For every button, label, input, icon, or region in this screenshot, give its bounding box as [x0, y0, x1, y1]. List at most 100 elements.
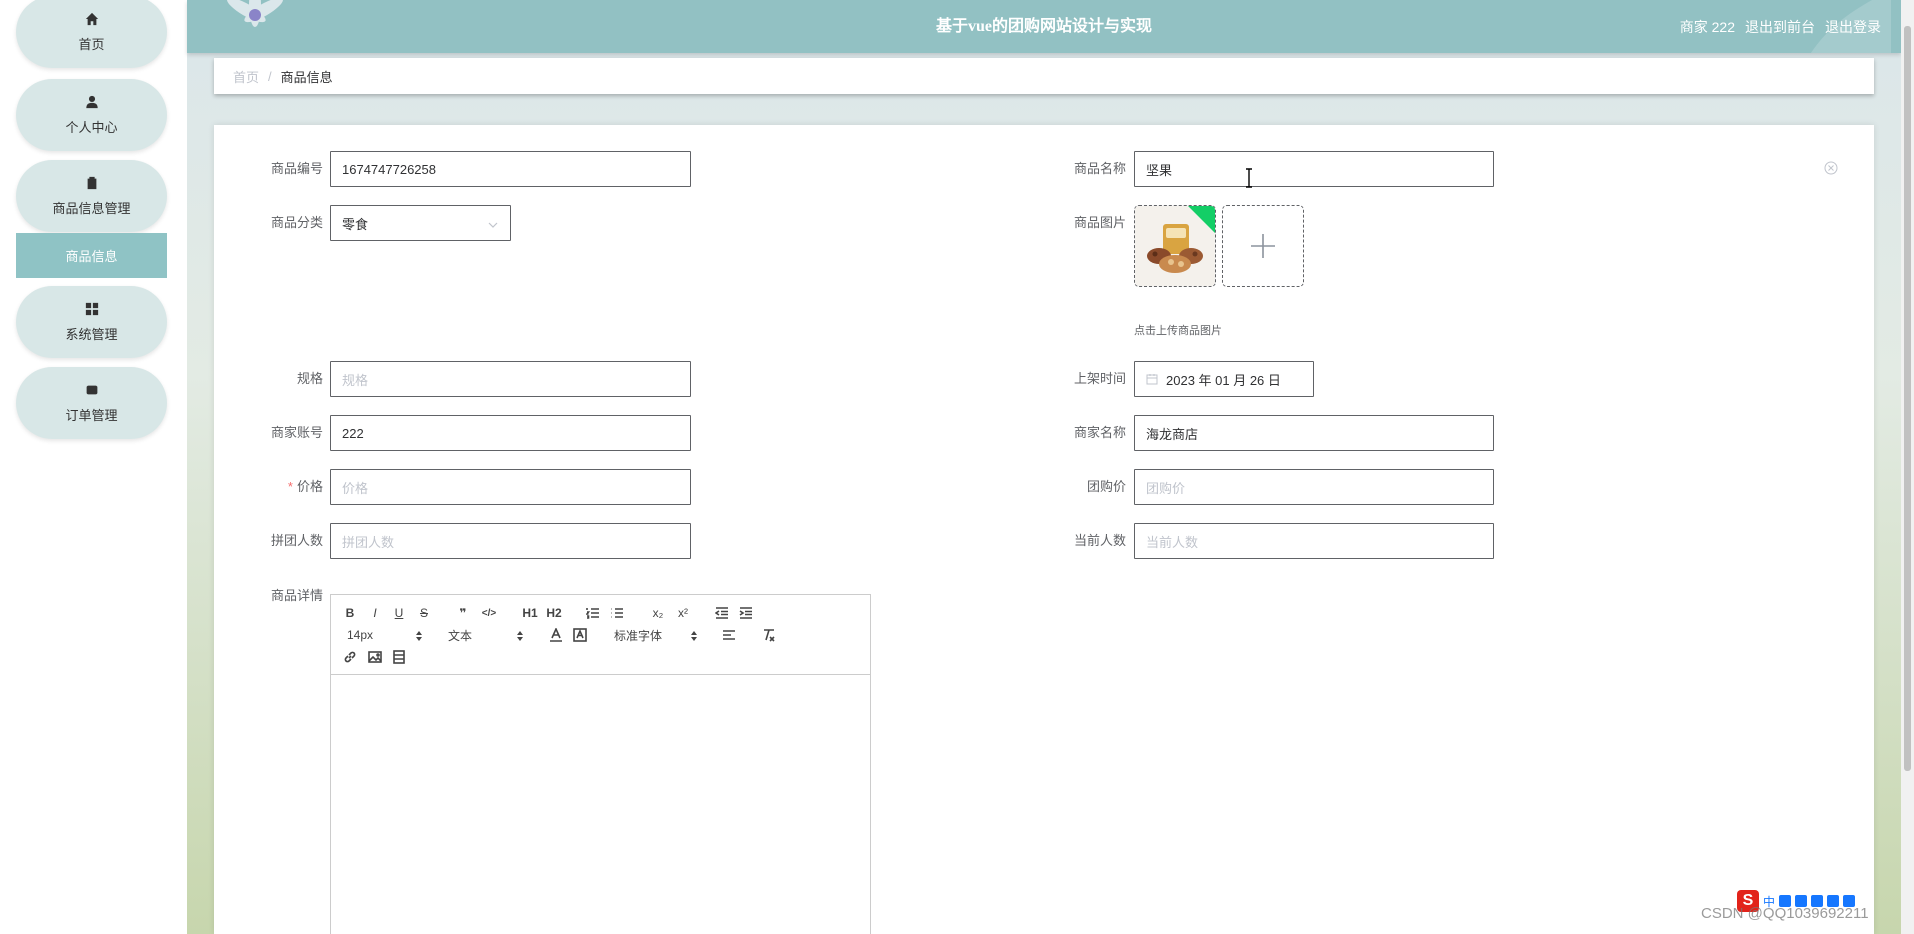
updown-icon: [691, 630, 697, 641]
csdn-watermark: CSDN @QQ1039692211: [1701, 905, 1869, 922]
group-size-input[interactable]: 拼团人数: [330, 523, 691, 559]
sidebar-item-label: 个人中心: [65, 119, 118, 135]
price-label-text: 价格: [296, 479, 323, 494]
ordered-list-button[interactable]: [585, 605, 601, 621]
block-type-picker[interactable]: 文本: [448, 627, 523, 643]
sidebar-item-product-management[interactable]: 商品信息管理: [16, 160, 167, 232]
home-icon: [85, 12, 99, 26]
sidebar-subitem-product-info[interactable]: 商品信息: [16, 233, 167, 278]
sidebar-item-profile[interactable]: 个人中心: [16, 79, 167, 151]
close-circle-icon[interactable]: [1824, 161, 1838, 175]
text-cursor-icon: [1244, 168, 1254, 188]
editor-content-area[interactable]: [331, 676, 870, 934]
bold-button[interactable]: B: [342, 605, 358, 621]
background-color-button[interactable]: [572, 627, 588, 643]
outdent-button[interactable]: [714, 605, 730, 621]
rich-text-editor: B I U S ❞ </> H1 H2 x₂ x² 14px 文本 标准字体: [330, 594, 871, 934]
logout-link[interactable]: 退出登录: [1825, 17, 1881, 37]
plus-icon: [1251, 234, 1275, 258]
heading2-button[interactable]: H2: [545, 605, 563, 621]
font-family-value: 标准字体: [614, 628, 663, 643]
breadcrumb-home[interactable]: 首页: [233, 67, 259, 86]
breadcrumb-current: 商品信息: [280, 69, 333, 85]
product-code-input[interactable]: 1674747726258: [330, 151, 691, 187]
clear-format-button[interactable]: [761, 627, 777, 643]
align-button[interactable]: [721, 627, 737, 643]
merchant-account-input[interactable]: 222: [330, 415, 691, 451]
font-size-value: 14px: [347, 628, 374, 642]
subscript-button[interactable]: x₂: [649, 605, 667, 621]
spec-label: 规格: [296, 371, 323, 386]
sidebar-item-home[interactable]: 首页: [16, 0, 167, 68]
indent-button[interactable]: [738, 605, 754, 621]
category-label: 商品分类: [270, 215, 323, 230]
updown-icon: [416, 630, 422, 641]
required-marker: *: [287, 479, 293, 494]
video-icon: [393, 650, 405, 664]
back-to-front-link[interactable]: 退出到前台: [1745, 17, 1815, 37]
merchant-name-input[interactable]: 海龙商店: [1134, 415, 1494, 451]
strike-button[interactable]: S: [416, 605, 432, 621]
bullet-list-button[interactable]: [609, 605, 625, 621]
sidebar-subitem-label: 商品信息: [65, 249, 118, 264]
merchant-name-label: 商家名称: [1073, 425, 1126, 440]
product-name-input[interactable]: 坚果: [1134, 151, 1494, 187]
product-image-thumbnail[interactable]: [1134, 205, 1216, 287]
current-count-input[interactable]: 当前人数: [1134, 523, 1494, 559]
outdent-icon: [715, 607, 728, 619]
image-button[interactable]: [367, 649, 383, 665]
font-family-picker[interactable]: 标准字体: [614, 627, 697, 643]
group-price-input[interactable]: 团购价: [1134, 469, 1494, 505]
background-color-icon: [573, 628, 587, 642]
category-select-value: 零食: [342, 216, 369, 232]
sidebar-item-system[interactable]: 系统管理: [16, 286, 167, 358]
underline-button[interactable]: U: [391, 605, 407, 621]
category-select[interactable]: 零食: [330, 205, 511, 241]
sidebar-item-label: 商品信息管理: [52, 200, 131, 216]
sidebar-item-label: 系统管理: [65, 326, 118, 342]
product-code-label: 商品编号: [270, 161, 323, 176]
calendar-icon: [1146, 373, 1158, 385]
sidebar-item-label: 订单管理: [65, 407, 118, 423]
font-size-picker[interactable]: 14px: [347, 627, 422, 643]
current-count-label: 当前人数: [1073, 533, 1126, 548]
font-color-button[interactable]: [548, 627, 564, 643]
listing-time-value: 2023 年 01 月 26 日: [1166, 372, 1281, 388]
page-scrollbar[interactable]: [1901, 0, 1914, 934]
header-actions: 商家 222 退出到前台 退出登录: [1680, 0, 1881, 53]
user-icon: [85, 95, 99, 109]
editor-toolbar: B I U S ❞ </> H1 H2 x₂ x² 14px 文本 标准字体: [331, 595, 870, 675]
breadcrumb: 首页 / 商品信息: [214, 58, 1874, 94]
link-icon: [344, 651, 356, 663]
code-block-button[interactable]: </>: [480, 605, 498, 621]
link-button[interactable]: [342, 649, 358, 665]
align-left-icon: [723, 630, 735, 640]
grid-icon: [85, 302, 99, 316]
heading1-button[interactable]: H1: [521, 605, 539, 621]
spec-input[interactable]: 规格: [330, 361, 691, 397]
indent-icon: [739, 607, 752, 619]
sidebar: 首页 个人中心 商品信息管理 商品信息 系统管理 订单管理: [0, 0, 187, 934]
upload-image-button[interactable]: [1222, 205, 1304, 287]
video-button[interactable]: [391, 649, 407, 665]
price-label: * 价格: [213, 469, 323, 505]
product-name-label: 商品名称: [1073, 161, 1126, 176]
superscript-button[interactable]: x²: [674, 605, 692, 621]
block-type-value: 文本: [448, 628, 473, 643]
details-label: 商品详情: [270, 588, 323, 603]
sidebar-item-orders[interactable]: 订单管理: [16, 367, 167, 439]
chevron-down-icon: [488, 218, 498, 228]
upload-tip: 点击上传商品图片: [1134, 325, 1222, 337]
top-header: 基于vue的团购网站设计与实现 商家 222 退出到前台 退出登录: [187, 0, 1901, 53]
scrollbar-thumb[interactable]: [1904, 26, 1911, 771]
price-input[interactable]: 价格: [330, 469, 691, 505]
blockquote-button[interactable]: ❞: [455, 605, 471, 621]
group-price-label: 团购价: [1086, 479, 1126, 494]
clipboard-icon: [85, 176, 99, 190]
product-image-label: 商品图片: [1073, 215, 1126, 230]
listing-time-datepicker[interactable]: 2023 年 01 月 26 日: [1134, 361, 1314, 397]
box-icon: [85, 383, 99, 397]
user-info: 商家 222: [1679, 18, 1735, 35]
updown-icon: [517, 630, 523, 641]
italic-button[interactable]: I: [367, 605, 383, 621]
